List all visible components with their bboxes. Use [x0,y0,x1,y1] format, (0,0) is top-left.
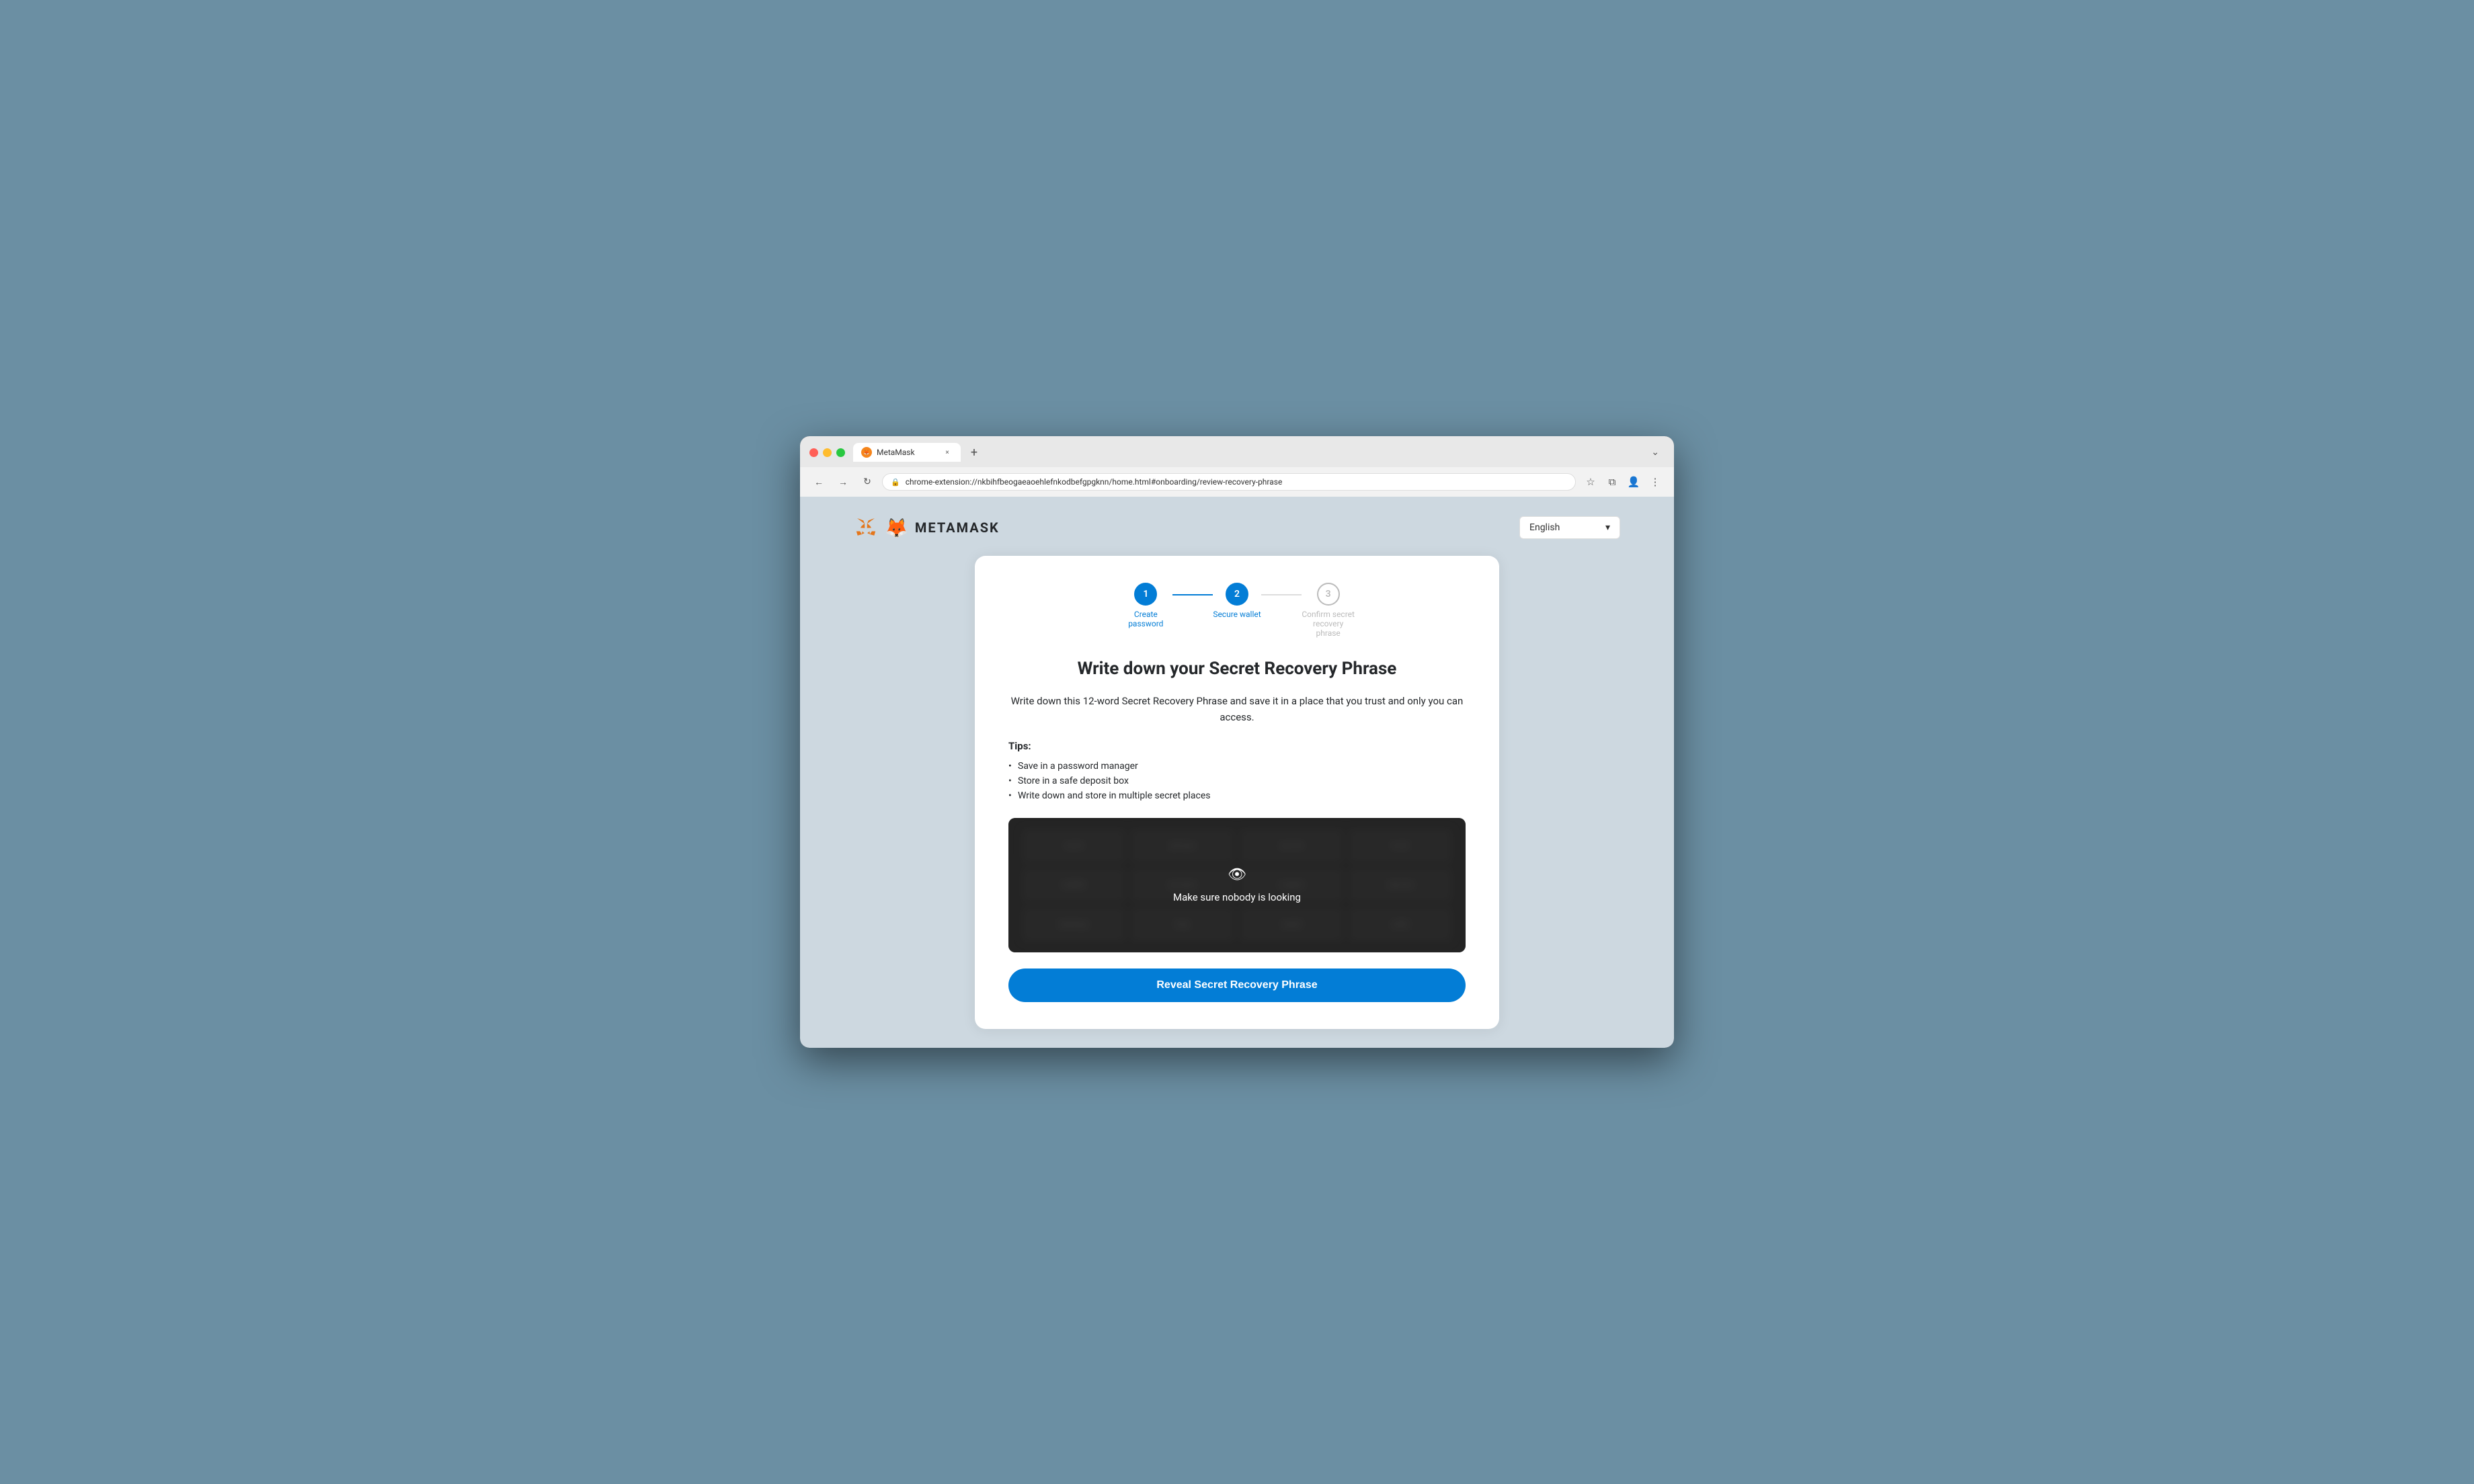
new-tab-button[interactable]: + [965,443,984,462]
tab-favicon: 🦊 [861,447,872,458]
language-chevron-icon: ▾ [1605,522,1610,533]
traffic-lights [809,448,845,457]
refresh-button[interactable]: ↻ [858,472,877,491]
step-3-label: Confirm secret recovery phrase [1302,610,1355,638]
profile-button[interactable]: 👤 [1624,472,1643,491]
eye-icon: 👁 [1228,866,1246,883]
step-connector-1 [1172,594,1213,595]
step-2-circle: 2 [1226,583,1248,606]
more-button[interactable]: ⋮ [1646,472,1665,491]
forward-button[interactable]: → [834,472,852,491]
tip-3: Write down and store in multiple secret … [1008,788,1466,803]
step-1: 1 Create password [1119,583,1172,628]
extensions-button[interactable]: ⧉ [1603,472,1622,491]
blur-message: Make sure nobody is looking [1173,891,1301,903]
close-button[interactable] [809,448,818,457]
step-3-circle: 3 [1317,583,1340,606]
step-2-label: Secure wallet [1213,610,1261,619]
back-button[interactable]: ← [809,472,828,491]
active-tab[interactable]: 🦊 MetaMask × [853,443,961,462]
browser-content: 🦊 METAMASK English ▾ 1 Create password [800,497,1674,1048]
svg-text:🦊: 🦊 [864,450,870,456]
tip-2: Store in a safe deposit box [1008,774,1466,788]
metamask-header: 🦊 METAMASK English ▾ [834,516,1640,540]
main-card: 1 Create password 2 Secure wallet 3 [975,556,1499,1029]
tips-label: Tips: [1008,740,1466,752]
step-connector-2 [1261,594,1302,595]
bookmark-button[interactable]: ☆ [1581,472,1600,491]
title-bar: 🦊 MetaMask × + ⌄ [800,436,1674,467]
maximize-button[interactable] [836,448,845,457]
step-1-circle: 1 [1134,583,1157,606]
progress-steps: 1 Create password 2 Secure wallet 3 [1008,583,1466,638]
nav-bar: ← → ↻ 🔒 chrome-extension://nkbihfbeogaea… [800,467,1674,497]
address-lock-icon: 🔒 [891,478,900,487]
recovery-phrase-blur-box: word phrase secret trust wallet access c… [1008,818,1466,952]
page-title: Write down your Secret Recovery Phrase [1008,658,1466,681]
metamask-brand-name: METAMASK [915,520,1000,536]
address-bar[interactable]: 🔒 chrome-extension://nkbihfbeogaeaoehlef… [882,473,1576,491]
language-selector[interactable]: English ▾ [1519,516,1620,539]
tab-title-text: MetaMask [877,448,937,457]
tab-bar: 🦊 MetaMask × + ⌄ [853,443,1665,462]
tip-1: Save in a password manager [1008,759,1466,774]
blur-overlay: 👁 Make sure nobody is looking [1008,818,1466,952]
language-value: English [1529,522,1560,533]
reveal-recovery-phrase-button[interactable]: Reveal Secret Recovery Phrase [1008,968,1466,1002]
step-2: 2 Secure wallet [1213,583,1261,619]
nav-actions: ☆ ⧉ 👤 ⋮ [1581,472,1665,491]
fox-emoji-icon: 🦊 [885,517,908,539]
metamask-logo: 🦊 METAMASK [854,516,1000,540]
minimize-button[interactable] [823,448,832,457]
step-3: 3 Confirm secret recovery phrase [1302,583,1355,638]
tab-close-button[interactable]: × [942,447,953,458]
tips-list: Save in a password manager Store in a sa… [1008,759,1466,803]
address-text: chrome-extension://nkbihfbeogaeaoehlefnk… [906,477,1567,487]
tab-more-button[interactable]: ⌄ [1646,444,1665,460]
browser-window: 🦊 MetaMask × + ⌄ ← → ↻ 🔒 chrome-extensio… [800,436,1674,1048]
fox-logo-icon [854,516,878,540]
page-description: Write down this 12-word Secret Recovery … [1008,693,1466,725]
tips-section: Tips: Save in a password manager Store i… [1008,740,1466,803]
step-1-label: Create password [1119,610,1172,628]
